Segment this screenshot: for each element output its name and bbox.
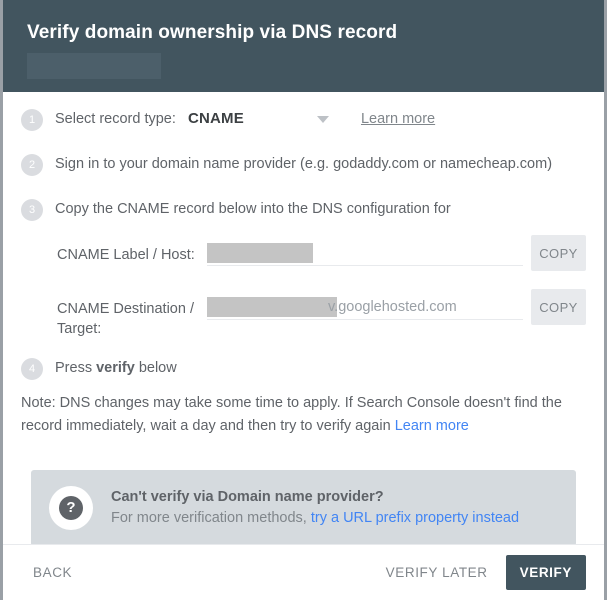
step-3-row: 3 Copy the CNAME record below into the D… — [21, 198, 586, 221]
cname-destination-label: CNAME Destination / Target: — [57, 301, 194, 337]
question-mark-icon-wrap: ? — [49, 486, 93, 530]
copy-destination-button[interactable]: COPY — [531, 289, 586, 325]
step-1-label: Select record type: — [55, 111, 176, 127]
callout-subtitle: For more verification methods, try a URL… — [111, 508, 519, 529]
step-3-badge: 3 — [21, 199, 43, 221]
cname-destination-input[interactable]: v.googlehosted.com — [207, 295, 523, 320]
page-title: Verify domain ownership via DNS record — [27, 22, 398, 43]
url-prefix-property-link[interactable]: try a URL prefix property instead — [311, 510, 519, 526]
step-1-row: 1 Select record type: CNAME Learn more — [21, 108, 586, 131]
record-type-select[interactable]: CNAME — [188, 108, 329, 130]
dns-note-text: Note: DNS changes may take some time to … — [21, 395, 562, 434]
record-type-learn-more-link[interactable]: Learn more — [361, 111, 435, 127]
step-4-text-after: below — [134, 360, 177, 376]
verify-button[interactable]: VERIFY — [505, 555, 586, 590]
step-4-row: 4 Press verify below — [21, 357, 586, 380]
callout-subtitle-prefix: For more verification methods, — [111, 510, 311, 526]
step-4-text-bold: verify — [96, 360, 135, 376]
chevron-down-icon — [316, 115, 329, 123]
cname-destination-suffix: v.googlehosted.com — [328, 299, 457, 315]
dns-note-learn-more-link[interactable]: Learn more — [395, 418, 469, 434]
verify-domain-dialog: Verify domain ownership via DNS record 1… — [0, 0, 607, 600]
cname-destination-redacted-value — [207, 297, 337, 317]
cname-host-redacted-value — [207, 243, 313, 263]
step-2-badge: 2 — [21, 154, 43, 176]
step-3-label: Copy the CNAME record below into the DNS… — [55, 201, 451, 217]
back-button[interactable]: BACK — [21, 555, 84, 590]
alternative-method-callout: ? Can't verify via Domain name provider?… — [31, 470, 576, 544]
dns-note: Note: DNS changes may take some time to … — [21, 392, 586, 438]
cname-host-input[interactable] — [207, 241, 523, 266]
redacted-domain-name — [27, 53, 161, 79]
dialog-footer: BACK VERIFY LATER VERIFY — [3, 544, 604, 600]
cname-destination-control: v.googlehosted.com — [207, 289, 523, 320]
verify-later-button[interactable]: VERIFY LATER — [374, 555, 500, 590]
cname-destination-row: CNAME Destination / Target: v.googlehost… — [57, 289, 586, 339]
step-4-label: Press verify below — [55, 357, 177, 379]
step-2-label: Sign in to your domain name provider (e.… — [55, 156, 553, 172]
step-4-text-before: Press — [55, 360, 97, 376]
step-4-badge: 4 — [21, 358, 43, 380]
callout-text: Can't verify via Domain name provider? F… — [111, 487, 519, 529]
copy-host-button[interactable]: COPY — [531, 235, 586, 271]
record-fields: CNAME Label / Host: COPY CNAME Destinati… — [21, 235, 586, 339]
question-mark-icon: ? — [59, 496, 83, 520]
cname-host-row: CNAME Label / Host: COPY — [57, 235, 586, 271]
step-1-badge: 1 — [21, 109, 43, 131]
cname-host-control — [207, 235, 523, 266]
callout-title: Can't verify via Domain name provider? — [111, 489, 384, 505]
dialog-body: 1 Select record type: CNAME Learn more 2… — [3, 92, 604, 544]
step-1-content: Select record type: CNAME Learn more — [55, 108, 435, 130]
step-2-row: 2 Sign in to your domain name provider (… — [21, 153, 586, 176]
dialog-header: Verify domain ownership via DNS record — [3, 0, 604, 92]
cname-host-label: CNAME Label / Host: — [57, 247, 195, 263]
record-type-value: CNAME — [187, 110, 244, 127]
